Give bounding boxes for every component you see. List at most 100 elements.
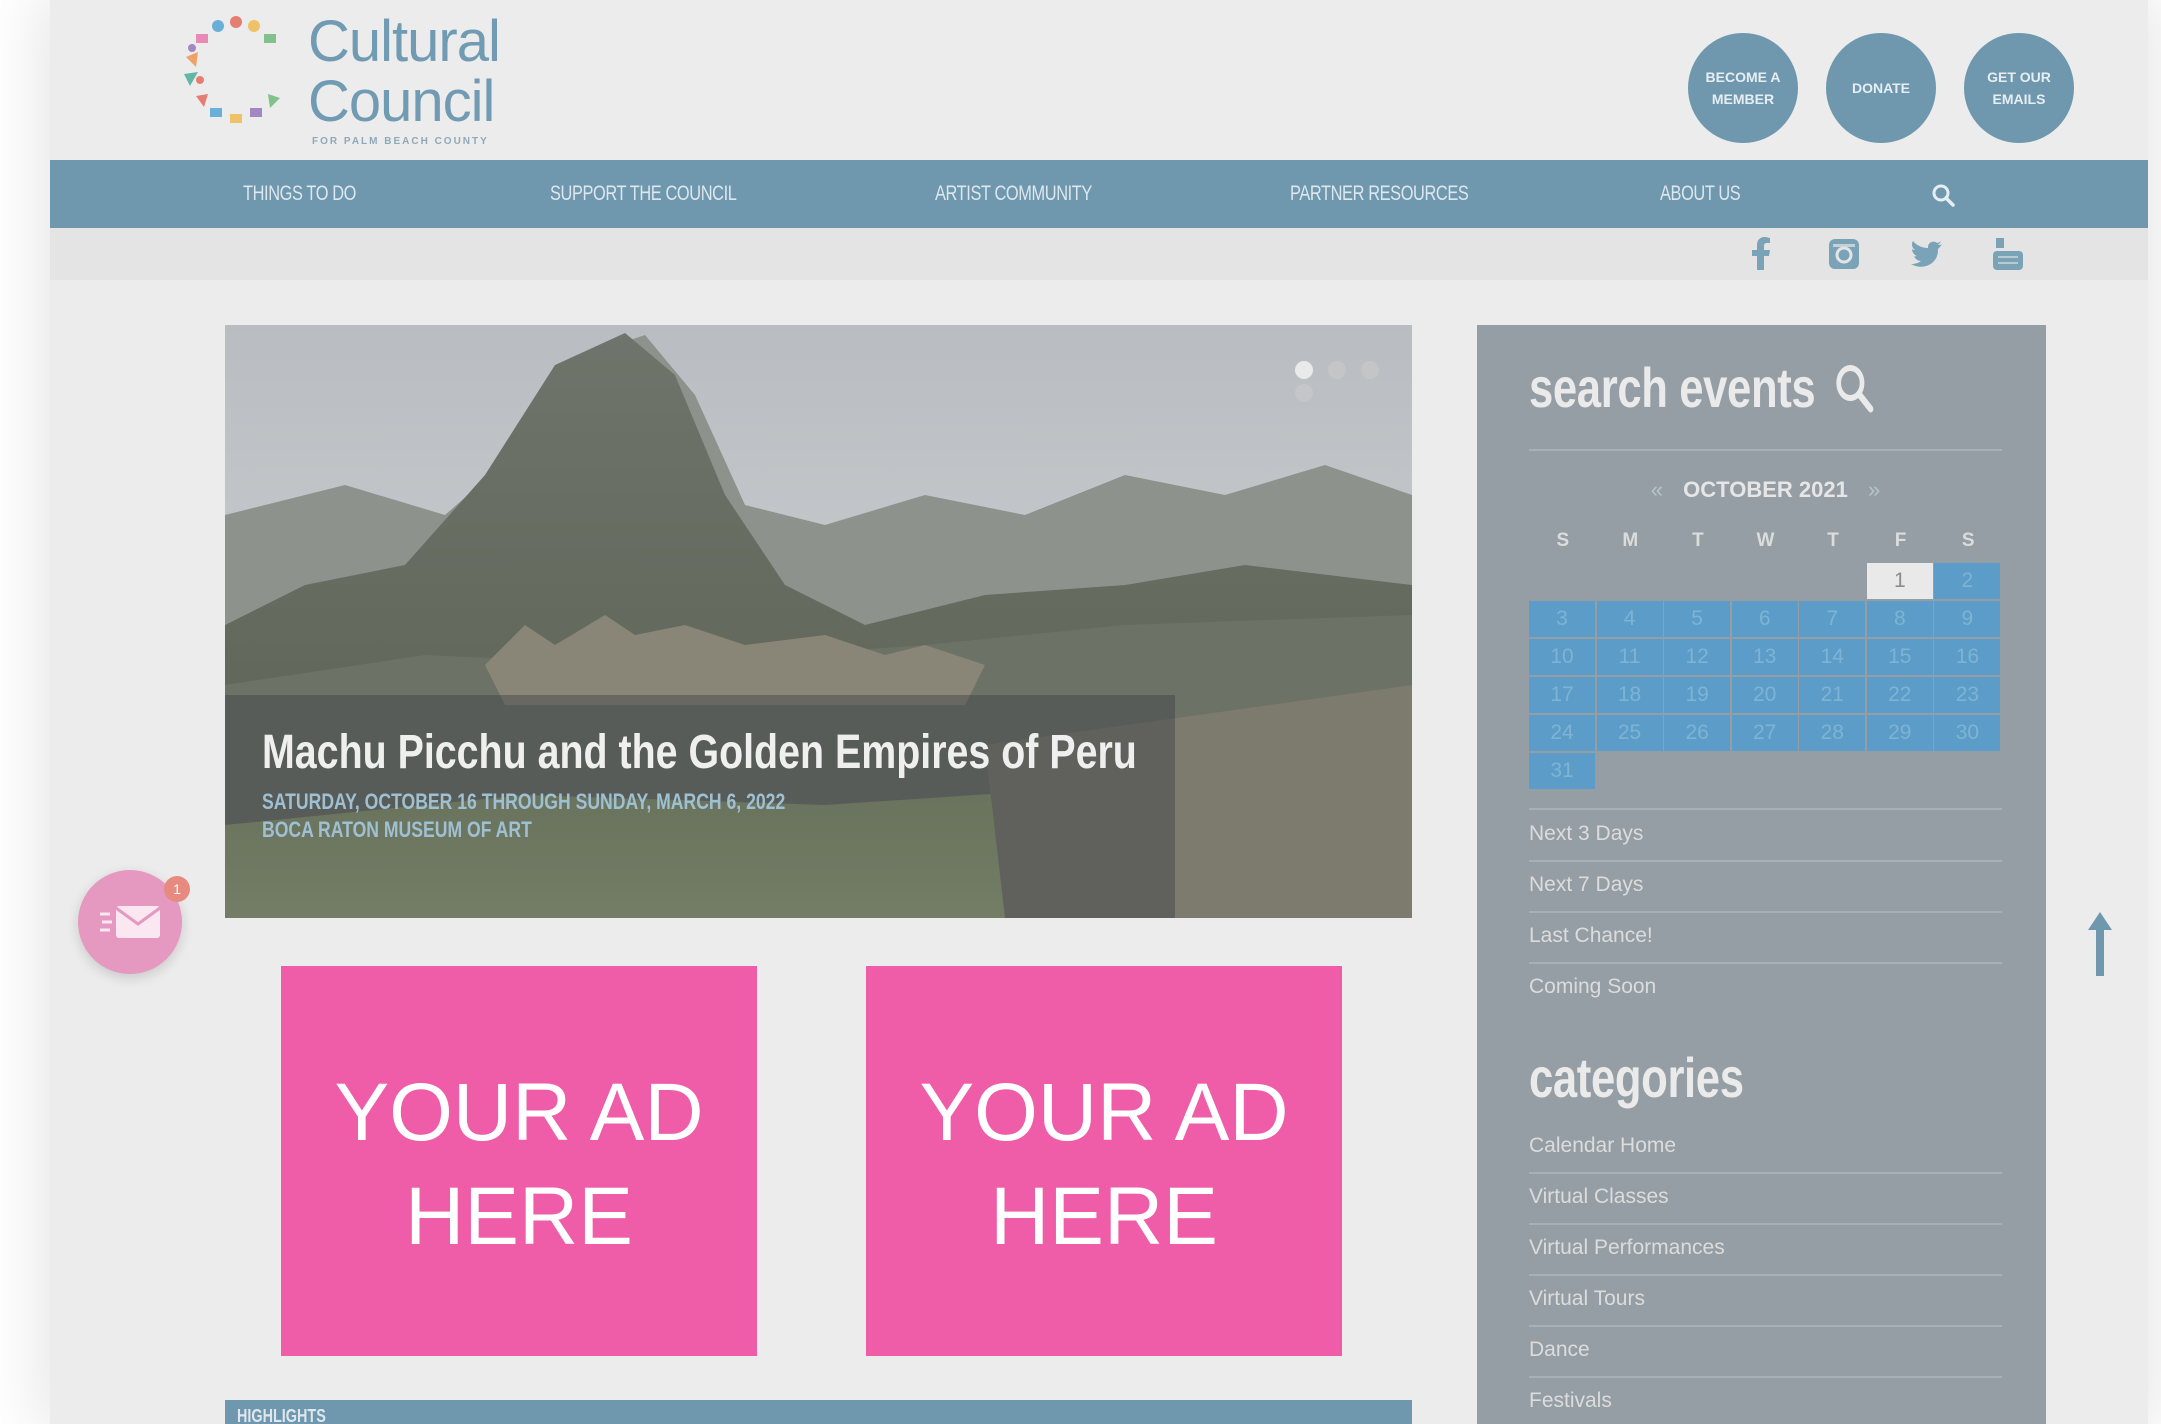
link-next-3-days[interactable]: Next 3 Days: [1529, 812, 2002, 862]
calendar-prev-button[interactable]: «: [1651, 477, 1663, 502]
calendar-day[interactable]: 5: [1664, 601, 1731, 637]
calendar-day[interactable]: 2: [1934, 563, 2001, 599]
search-events-title[interactable]: search events: [1529, 355, 1875, 420]
link-next-7-days[interactable]: Next 7 Days: [1529, 863, 2002, 913]
calendar-day[interactable]: 22: [1866, 677, 1933, 713]
search-icon[interactable]: [1930, 182, 1956, 208]
link-last-chance[interactable]: Last Chance!: [1529, 914, 2002, 964]
nav-about-us[interactable]: ABOUT US: [1660, 160, 1741, 228]
calendar-day[interactable]: 14: [1799, 639, 1866, 675]
youtube-icon[interactable]: [1990, 236, 2026, 272]
ad-text-line1: YOUR AD: [919, 1067, 1289, 1158]
calendar-day-today[interactable]: 1: [1866, 563, 1933, 599]
logo-wordmark: Cultural Council: [308, 9, 501, 134]
page: Cultural Council FOR PALM BEACH COUNTY B…: [50, 0, 2148, 1424]
calendar-day[interactable]: 19: [1664, 677, 1731, 713]
calendar-day[interactable]: 31: [1529, 753, 1595, 789]
category-virtual-classes[interactable]: Virtual Classes: [1529, 1175, 2002, 1225]
weekday-label: F: [1894, 530, 1907, 551]
calendar-day[interactable]: 17: [1529, 677, 1595, 713]
slider-dots: [1295, 361, 1412, 407]
calendar-empty-cell: [1529, 563, 1595, 599]
weekday-label: S: [1961, 530, 1975, 551]
main-nav: THINGS TO DO SUPPORT THE COUNCIL ARTIST …: [50, 160, 2148, 228]
calendar-week: 1 2: [1529, 563, 2002, 599]
category-dance[interactable]: Dance: [1529, 1328, 2002, 1378]
get-emails-button[interactable]: GET OUR EMAILS: [1964, 33, 2074, 143]
weekday-label: M: [1622, 530, 1639, 551]
slider-dot-1[interactable]: [1295, 361, 1313, 379]
calendar-day[interactable]: 16: [1934, 639, 2001, 675]
category-calendar-home[interactable]: Calendar Home: [1529, 1124, 2002, 1174]
calendar-day[interactable]: 26: [1664, 715, 1731, 751]
calendar-weekdays: S M T W T F S: [1529, 530, 2002, 552]
highlights-label: HIGHLIGHTS: [237, 1406, 326, 1424]
calendar-day[interactable]: 15: [1866, 639, 1933, 675]
calendar-empty-cell: [1732, 563, 1798, 599]
calendar-day[interactable]: 21: [1799, 677, 1866, 713]
facebook-icon[interactable]: [1744, 236, 1780, 272]
calendar-day[interactable]: 18: [1596, 677, 1663, 713]
calendar-day[interactable]: 30: [1934, 715, 2001, 751]
calendar-day[interactable]: 24: [1529, 715, 1595, 751]
calendar-day[interactable]: 27: [1731, 715, 1798, 751]
nav-partner-resources[interactable]: PARTNER RESOURCES: [1290, 160, 1469, 228]
categories-title: categories: [1529, 1046, 1744, 1109]
category-festivals[interactable]: Festivals: [1529, 1379, 2002, 1424]
highlights-bar: HIGHLIGHTS: [225, 1400, 1412, 1424]
calendar-day[interactable]: 9: [1934, 601, 2001, 637]
nav-support-the-council[interactable]: SUPPORT THE COUNCIL: [550, 160, 737, 228]
calendar-day[interactable]: 6: [1731, 601, 1798, 637]
ad-banner-left[interactable]: YOUR AD HERE: [281, 966, 757, 1356]
calendar-next-button[interactable]: »: [1868, 477, 1880, 502]
hero-title[interactable]: Machu Picchu and the Golden Empires of P…: [262, 725, 1137, 780]
logo-subtitle: FOR PALM BEACH COUNTY: [312, 136, 489, 147]
ad-text-line2: HERE: [405, 1171, 633, 1262]
twitter-icon[interactable]: [1908, 236, 1944, 272]
calendar-month: OCTOBER 2021: [1683, 477, 1848, 502]
calendar-day[interactable]: 20: [1731, 677, 1798, 713]
envelope-icon: [100, 906, 161, 938]
slider-dot-2[interactable]: [1328, 361, 1346, 379]
calendar-day[interactable]: 23: [1934, 677, 2001, 713]
slider-dot-4[interactable]: [1295, 384, 1313, 402]
calendar-empty-cell: [1664, 563, 1730, 599]
logo-line-2: Council: [308, 69, 495, 134]
ad-banner-right[interactable]: YOUR AD HERE: [866, 966, 1342, 1356]
calendar-week: 17 18 19 20 21 22 23: [1529, 677, 2002, 713]
events-sidebar: search events « OCTOBER 2021 » S M T W T…: [1477, 325, 2046, 1424]
site-logo[interactable]: Cultural Council FOR PALM BEACH COUNTY: [176, 12, 596, 148]
calendar-day[interactable]: 25: [1596, 715, 1663, 751]
weekday-label: W: [1756, 530, 1775, 551]
calendar-day[interactable]: 3: [1529, 601, 1595, 637]
notification-badge: 1: [164, 876, 190, 902]
nav-artist-community[interactable]: ARTIST COMMUNITY: [935, 160, 1092, 228]
hero-date: SATURDAY, OCTOBER 16 THROUGH SUNDAY, MAR…: [262, 789, 786, 814]
social-bar: [50, 228, 2148, 280]
donate-button[interactable]: DONATE: [1826, 33, 1936, 143]
calendar-day[interactable]: 10: [1529, 639, 1595, 675]
calendar-day[interactable]: 8: [1866, 601, 1933, 637]
calendar-day[interactable]: 13: [1731, 639, 1798, 675]
hero-slider[interactable]: Machu Picchu and the Golden Empires of P…: [225, 325, 1412, 918]
become-member-button[interactable]: BECOME A MEMBER: [1688, 33, 1798, 143]
calendar-day[interactable]: 11: [1596, 639, 1663, 675]
logo-line-1: Cultural: [308, 9, 501, 74]
site-header: Cultural Council FOR PALM BEACH COUNTY B…: [50, 0, 2148, 160]
search-events-label: search events: [1529, 356, 1816, 419]
category-virtual-performances[interactable]: Virtual Performances: [1529, 1226, 2002, 1276]
instagram-icon[interactable]: [1826, 236, 1862, 272]
link-coming-soon[interactable]: Coming Soon: [1529, 965, 2002, 1015]
calendar-day[interactable]: 12: [1664, 639, 1731, 675]
logo-mark-icon: [184, 16, 280, 123]
slider-dot-3[interactable]: [1361, 361, 1379, 379]
weekday-label: S: [1556, 530, 1570, 551]
calendar-day[interactable]: 4: [1596, 601, 1663, 637]
calendar-day[interactable]: 7: [1799, 601, 1866, 637]
nav-things-to-do[interactable]: THINGS TO DO: [243, 160, 356, 228]
category-virtual-tours[interactable]: Virtual Tours: [1529, 1277, 2002, 1327]
calendar-day[interactable]: 28: [1799, 715, 1866, 751]
calendar-day[interactable]: 29: [1866, 715, 1933, 751]
newsletter-widget[interactable]: 1: [78, 870, 190, 974]
back-to-top-icon[interactable]: [2086, 912, 2114, 976]
